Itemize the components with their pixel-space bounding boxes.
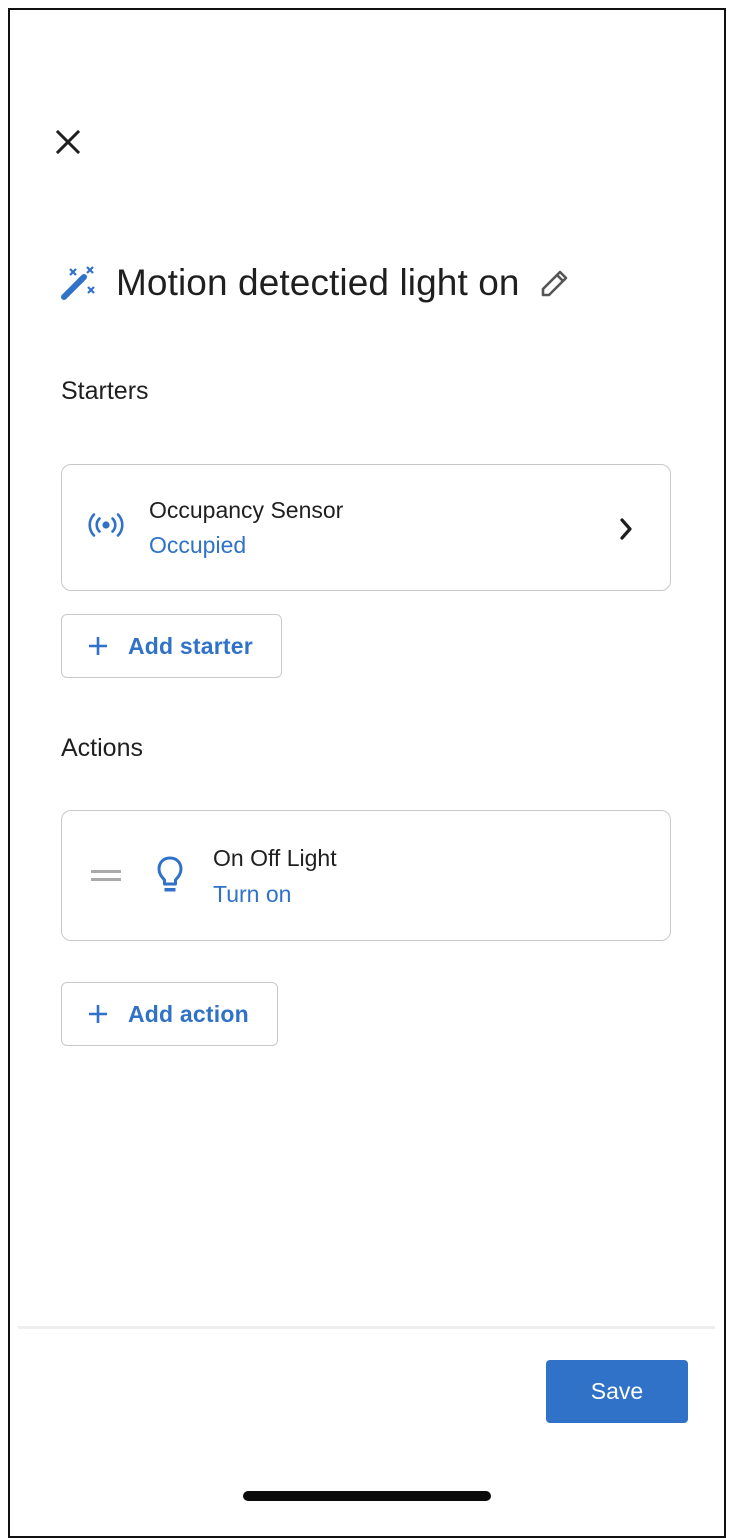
- plus-icon: [89, 1005, 107, 1023]
- automation-title: Motion detectied light on: [116, 262, 520, 303]
- footer-divider: [18, 1326, 715, 1329]
- add-starter-label: Add starter: [128, 632, 253, 659]
- app-frame: [8, 8, 726, 1538]
- action-device-name: On Off Light: [213, 845, 337, 871]
- close-button[interactable]: [50, 124, 86, 160]
- close-icon: [55, 129, 81, 155]
- magic-wand-icon: [61, 266, 95, 300]
- starters-section-label: Starters: [61, 377, 149, 405]
- action-device-state: Turn on: [213, 881, 292, 907]
- save-button[interactable]: Save: [546, 1360, 688, 1423]
- add-action-label: Add action: [128, 1000, 249, 1027]
- automation-title-row: Motion detectied light on: [60, 258, 574, 308]
- action-card[interactable]: On Off Light Turn on: [61, 810, 671, 941]
- add-starter-button[interactable]: Add starter: [61, 614, 282, 678]
- home-indicator[interactable]: [243, 1491, 491, 1501]
- chevron-right-icon: [620, 518, 632, 540]
- occupancy-sensor-icon: [88, 513, 124, 537]
- pencil-icon: [541, 270, 567, 297]
- starter-device-state: Occupied: [149, 532, 247, 558]
- starter-device-name: Occupancy Sensor: [149, 497, 344, 523]
- plus-icon: [89, 637, 107, 655]
- starter-card[interactable]: Occupancy Sensor Occupied: [61, 464, 671, 591]
- add-action-button[interactable]: Add action: [61, 982, 278, 1046]
- actions-section-label: Actions: [61, 734, 143, 762]
- lightbulb-icon: [157, 856, 183, 892]
- edit-title-button[interactable]: [536, 264, 574, 302]
- drag-handle-icon[interactable]: [91, 869, 121, 883]
